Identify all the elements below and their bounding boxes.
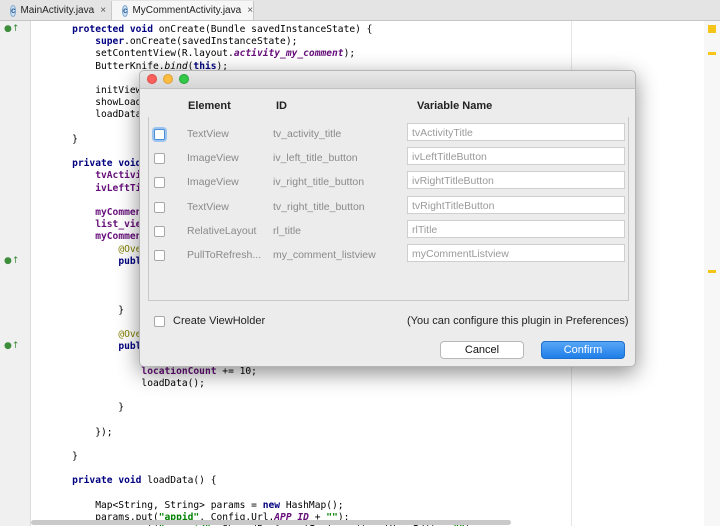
window-close-icon[interactable]: [147, 74, 157, 84]
override-up-icon[interactable]: ●↑: [4, 24, 19, 34]
element-row[interactable]: TextView tv_right_title_button tvRightTitl…: [140, 195, 637, 218]
element-type: TextView: [187, 128, 229, 140]
element-id: tv_activity_title: [273, 128, 342, 140]
column-header-id: ID: [276, 100, 287, 112]
code-line[interactable]: }: [49, 451, 78, 463]
variable-name-input[interactable]: ivLeftTitleButton: [407, 147, 625, 166]
variable-name-input[interactable]: myCommentListview: [407, 244, 625, 262]
tab-label: MainActivity.java: [20, 5, 95, 16]
butterknife-dialog: Element ID Variable Name TextView tv_acti…: [139, 70, 636, 367]
element-row[interactable]: RelativeLayout rl_title rlTitle: [140, 219, 637, 242]
element-row[interactable]: TextView tv_activity_title tvActivityTitle: [140, 123, 637, 145]
warning-marker[interactable]: [708, 270, 716, 273]
warning-marker[interactable]: [708, 52, 716, 55]
tab-label: MyCommentActivity.java: [132, 5, 242, 16]
element-type: PullToRefresh...: [187, 249, 262, 261]
close-icon[interactable]: ×: [100, 5, 106, 16]
code-line[interactable]: });: [49, 427, 112, 439]
element-row[interactable]: PullToRefresh... my_comment_listview myCom…: [140, 244, 637, 266]
close-icon[interactable]: ×: [247, 5, 253, 16]
element-row[interactable]: ImageView iv_left_title_button ivLeftTitle…: [140, 147, 637, 169]
code-line[interactable]: locationCount += 10;: [49, 366, 257, 378]
element-id: my_comment_listview: [273, 249, 376, 261]
element-type: TextView: [187, 200, 229, 213]
preferences-hint: (You can configure this plugin in Prefer…: [407, 315, 629, 327]
tab-my-comment-activity[interactable]: c MyCommentActivity.java ×: [112, 1, 254, 20]
variable-name-input[interactable]: tvActivityTitle: [407, 123, 625, 141]
code-line[interactable]: super.onCreate(savedInstanceState);: [49, 36, 297, 48]
code-line[interactable]: }: [49, 134, 78, 146]
variable-name-input[interactable]: ivRightTitleButton: [407, 171, 625, 190]
variable-name-input[interactable]: tvRightTitleButton: [407, 195, 625, 214]
error-stripe: [704, 21, 720, 526]
row-checkbox[interactable]: [154, 129, 165, 140]
element-id: iv_left_title_button: [273, 152, 358, 165]
create-viewholder-checkbox[interactable]: [154, 316, 165, 327]
element-row[interactable]: ImageView iv_right_title_button ivRightTit…: [140, 171, 637, 193]
code-line[interactable]: private void loadData() {: [49, 475, 216, 487]
row-checkbox[interactable]: [154, 153, 165, 165]
element-id: rl_title: [273, 224, 302, 237]
row-checkbox[interactable]: [154, 201, 165, 213]
element-id: iv_right_title_button: [273, 176, 365, 189]
row-checkbox[interactable]: [154, 225, 165, 237]
code-line[interactable]: }: [49, 402, 124, 414]
column-header-variable-name: Variable Name: [417, 100, 493, 112]
code-line[interactable]: setContentView(R.layout.activity_my_comm…: [49, 48, 355, 60]
dialog-title-bar[interactable]: [140, 71, 635, 89]
column-header-element: Element: [188, 100, 231, 112]
editor-gutter: [0, 21, 31, 526]
implements-icon[interactable]: ●↑: [4, 256, 19, 266]
editor-tab-bar: c MainActivity.java × c MyCommentActivit…: [0, 0, 720, 21]
window-minimize-icon[interactable]: [163, 74, 173, 84]
class-file-icon: c: [122, 4, 129, 17]
implements-icon[interactable]: ●↑: [4, 341, 19, 351]
row-checkbox[interactable]: [154, 250, 165, 261]
cancel-button[interactable]: Cancel: [440, 341, 524, 359]
window-maximize-icon[interactable]: [179, 74, 189, 84]
confirm-button[interactable]: Confirm: [541, 341, 625, 359]
code-line[interactable]: Map<String, String> params = new HashMap…: [49, 500, 343, 512]
create-viewholder-label: Create ViewHolder: [173, 315, 266, 327]
class-file-icon: c: [10, 4, 17, 17]
element-id: tv_right_title_button: [273, 200, 365, 213]
element-type: RelativeLayout: [187, 224, 257, 237]
code-line[interactable]: }: [49, 305, 124, 317]
element-type: ImageView: [187, 176, 239, 189]
code-line[interactable]: loadData();: [49, 378, 205, 390]
element-type: ImageView: [187, 152, 239, 165]
variable-name-input[interactable]: rlTitle: [407, 219, 625, 238]
code-line[interactable]: protected void onCreate(Bundle savedInst…: [49, 24, 372, 36]
tab-main-activity[interactable]: c MainActivity.java ×: [0, 1, 112, 20]
warning-marker[interactable]: [708, 25, 716, 33]
row-checkbox[interactable]: [154, 177, 165, 189]
horizontal-scrollbar[interactable]: [31, 520, 511, 525]
